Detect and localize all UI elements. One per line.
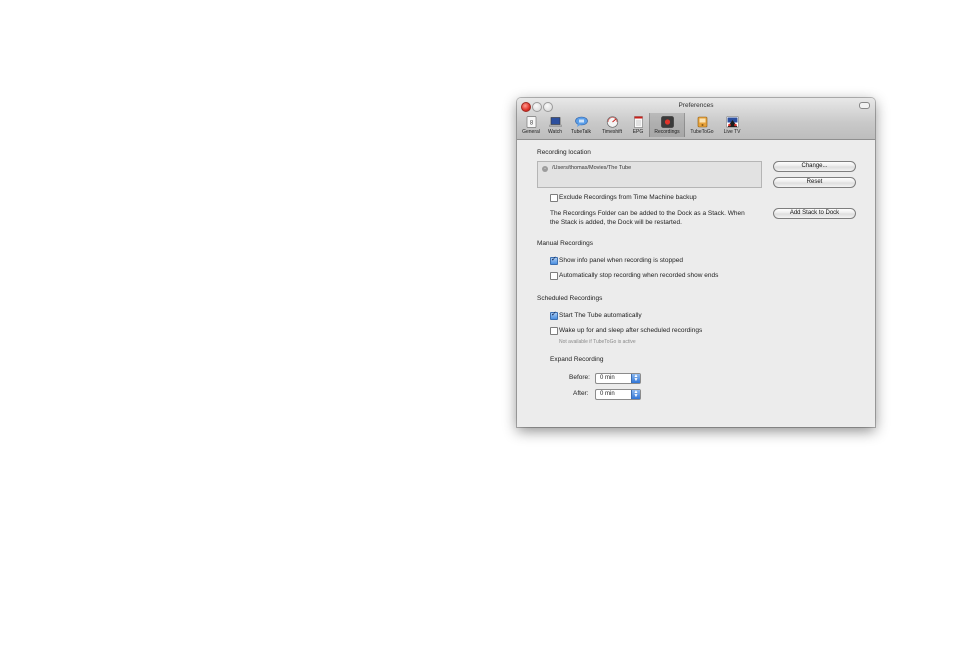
- recording-path: /Users/thomas/Movies/The Tube: [552, 165, 632, 171]
- start-automatically-checkbox[interactable]: ✓: [550, 311, 558, 320]
- change-button[interactable]: Change...: [773, 161, 856, 172]
- exclude-time-machine-label: Exclude Recordings from Time Machine bac…: [559, 194, 697, 201]
- exclude-time-machine-checkbox[interactable]: [550, 194, 558, 202]
- show-info-panel-checkbox[interactable]: ✓: [550, 256, 558, 265]
- toolbar-item-timeshift[interactable]: Timeshift: [597, 113, 627, 137]
- start-automatically-label: Start The Tube automatically: [559, 312, 642, 319]
- checkmark-icon: ✓: [551, 256, 557, 263]
- manual-recordings-heading: Manual Recordings: [537, 240, 594, 247]
- live-tv-icon: [725, 115, 739, 128]
- toolbar-label: Watch: [548, 129, 562, 135]
- scheduled-recordings-heading: Scheduled Recordings: [537, 295, 603, 302]
- toolbar-item-tubetogo[interactable]: TubeToGo: [687, 113, 717, 137]
- toolbar-item-tubetalk[interactable]: TubeTalk: [567, 113, 595, 137]
- preferences-window: Preferences 8 General Watch TubeTalk Tim…: [517, 98, 875, 427]
- chat-icon: [574, 115, 588, 127]
- folder-icon: ◦: [542, 166, 548, 172]
- expand-recording-heading: Expand Recording: [550, 356, 604, 363]
- toolbar-item-general[interactable]: 8 General: [519, 113, 543, 137]
- before-select[interactable]: 0 min ▲ ▼: [595, 373, 641, 384]
- before-label: Before:: [569, 374, 590, 381]
- after-value: 0 min: [600, 391, 615, 397]
- auto-stop-label: Automatically stop recording when record…: [559, 272, 719, 279]
- reset-button[interactable]: Reset: [773, 177, 856, 188]
- toolbar-label: TubeTalk: [570, 129, 592, 135]
- after-label: After:: [573, 390, 589, 397]
- stack-info-line1: The Recordings Folder can be added to th…: [550, 210, 745, 217]
- add-stack-to-dock-button[interactable]: Add Stack to Dock: [773, 208, 856, 219]
- toolbar-item-live-tv[interactable]: Live TV: [719, 113, 745, 137]
- stepper-arrows-icon[interactable]: ▲ ▼: [631, 390, 640, 399]
- toolbar-label: Timeshift: [601, 129, 623, 135]
- toolbar-label: EPG: [632, 129, 644, 135]
- toolbar-item-epg[interactable]: EPG: [629, 113, 647, 137]
- toolbar-label: TubeToGo: [690, 129, 714, 135]
- toolbar-label: Live TV: [723, 129, 741, 135]
- wake-sleep-label: Wake up for and sleep after scheduled re…: [559, 327, 703, 334]
- window-title: Preferences: [678, 102, 714, 109]
- gauge-icon: [606, 115, 619, 128]
- general-icon: 8: [525, 115, 538, 128]
- recordings-pane: Recording location ◦ /Users/thomas/Movie…: [517, 140, 875, 427]
- toolbar-item-watch[interactable]: Watch: [545, 113, 565, 137]
- tubetogo-icon: [696, 115, 709, 128]
- list-icon: [632, 115, 645, 128]
- laptop-icon: [548, 115, 562, 127]
- toolbar-toggle-button[interactable]: [859, 102, 870, 109]
- toolbar-item-recordings[interactable]: Recordings: [649, 113, 685, 137]
- wake-sleep-checkbox[interactable]: [550, 327, 558, 335]
- title-bar: Preferences 8 General Watch TubeTalk Tim…: [517, 98, 875, 140]
- toolbar-label: Recordings: [654, 129, 680, 135]
- before-value: 0 min: [600, 375, 615, 381]
- recording-path-control[interactable]: ◦ /Users/thomas/Movies/The Tube: [537, 161, 762, 188]
- checkmark-icon: ✓: [551, 311, 557, 318]
- record-icon: [660, 115, 674, 128]
- toolbar-label: General: [522, 129, 540, 135]
- auto-stop-checkbox[interactable]: [550, 272, 558, 280]
- after-select[interactable]: 0 min ▲ ▼: [595, 389, 641, 400]
- show-info-panel-label: Show info panel when recording is stoppe…: [559, 257, 683, 264]
- stepper-arrows-icon[interactable]: ▲ ▼: [631, 374, 640, 383]
- recording-location-heading: Recording location: [537, 149, 591, 156]
- stack-info-line2: the Stack is added, the Dock will be res…: [550, 219, 682, 226]
- wake-sleep-note: Not available if TubeToGo is active: [559, 339, 636, 345]
